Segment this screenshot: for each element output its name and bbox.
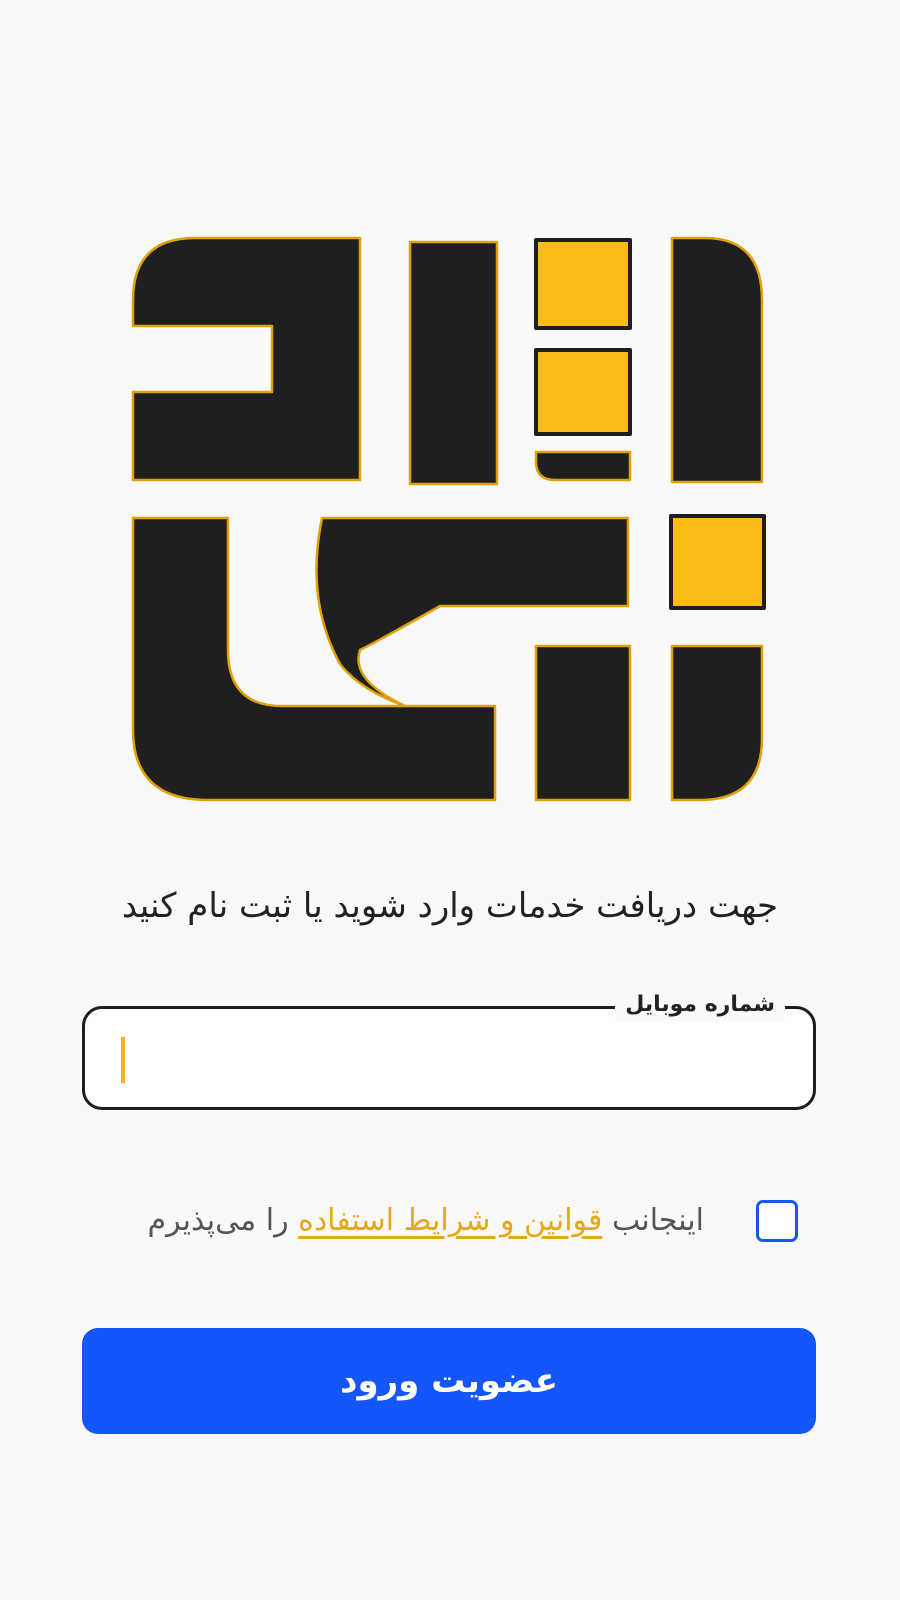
text-cursor <box>121 1037 125 1083</box>
mobile-input[interactable] <box>115 1027 783 1087</box>
login-subtitle: جهت دریافت خدمات وارد شوید یا ثبت نام کن… <box>121 886 779 926</box>
app-logo <box>131 236 766 802</box>
mobile-field[interactable]: شماره موبایل <box>82 989 816 1110</box>
terms-suffix: را می‌پذیرم <box>147 1203 289 1238</box>
logo-shape-right-top <box>670 236 764 484</box>
terms-checkbox[interactable] <box>756 1200 798 1242</box>
logo-shape-bar-2 <box>534 644 632 802</box>
mobile-field-label: شماره موبایل <box>615 989 785 1021</box>
logo-square-3 <box>669 514 766 610</box>
logo-square-2 <box>534 348 632 436</box>
login-button[interactable]: عضویت ورود <box>82 1328 816 1434</box>
logo-square-1 <box>534 238 632 330</box>
logo-shape-dal <box>131 236 362 482</box>
logo-shape-bar-1 <box>408 240 499 486</box>
logo-shape-small-bar <box>534 450 632 482</box>
logo-shape-right-bottom <box>670 644 764 802</box>
terms-text: اینجانب قوانین و شرایط استفاده را می‌پذی… <box>148 1196 704 1246</box>
terms-prefix: اینجانب <box>611 1203 704 1238</box>
terms-row: اینجانب قوانین و شرایط استفاده را می‌پذی… <box>0 1196 900 1248</box>
terms-link[interactable]: قوانین و شرایط استفاده <box>298 1203 602 1238</box>
